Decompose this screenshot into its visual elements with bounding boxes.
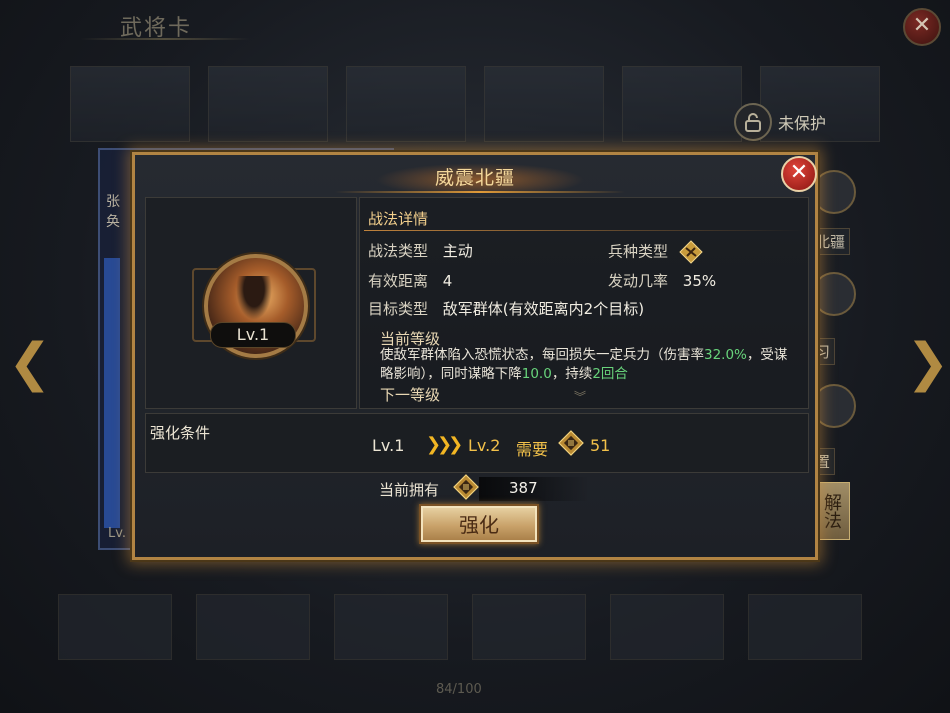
desc-duration: 2回合 xyxy=(592,366,628,382)
owned-label: 当前拥有 xyxy=(379,481,440,499)
background-card[interactable] xyxy=(58,594,172,660)
warrior-silhouette-icon xyxy=(236,276,272,320)
background-hero-level: Lv. xyxy=(108,526,127,541)
skill-icon-panel: Lv.1 xyxy=(145,197,357,409)
desc-text-1: 使敌军群体陷入恐慌状态，每回损失一定兵力（伤害率 xyxy=(380,347,704,363)
details-section-title: 战法详情 xyxy=(368,210,429,228)
details-section-divider xyxy=(364,230,804,231)
background-card[interactable] xyxy=(334,594,448,660)
desc-stat-drop: 10.0 xyxy=(521,366,552,382)
next-arrow-icon[interactable]: ❯ xyxy=(906,333,950,393)
skill-type-value: 主动 xyxy=(442,242,473,260)
side-skill-slot-1[interactable] xyxy=(812,170,856,214)
range-row: 有效距离 4 xyxy=(368,270,452,291)
background-close-icon[interactable]: ✕ xyxy=(903,8,941,46)
background-hero-name: 张奂 xyxy=(106,194,120,230)
lock-icon xyxy=(734,103,772,141)
background-card[interactable] xyxy=(748,594,862,660)
background-card[interactable] xyxy=(484,66,604,142)
skill-level-badge: Lv.1 xyxy=(210,322,296,348)
trigger-rate-row: 发动几率 35% xyxy=(608,270,716,291)
page-indicator: 84/100 xyxy=(436,682,482,697)
prev-arrow-icon[interactable]: ❮ xyxy=(8,333,52,393)
side-skill-slot-2[interactable] xyxy=(812,272,856,316)
target-value: 敌军群体(有效距离内2个目标) xyxy=(442,300,645,318)
protection-toggle[interactable]: 未保护 xyxy=(734,103,826,141)
trigger-rate-value: 35% xyxy=(682,272,717,290)
upgrade-condition-panel: 强化条件 Lv.1 ❯❯❯ Lv.2 需要 51 xyxy=(145,413,809,473)
trigger-rate-label: 发动几率 xyxy=(608,272,669,290)
background-card[interactable] xyxy=(622,66,742,142)
desc-damage-rate: 32.0% xyxy=(704,347,747,363)
next-level-label: 下一等级 xyxy=(380,386,441,404)
upgrade-condition-label: 强化条件 xyxy=(150,424,211,442)
upgrade-arrows-icon: ❯❯❯ xyxy=(426,434,463,455)
target-row: 目标类型 敌军群体(有效距离内2个目标) xyxy=(368,298,644,319)
upgrade-to-level: Lv.2 xyxy=(468,436,501,455)
background-card[interactable] xyxy=(472,594,586,660)
background-title-underline xyxy=(80,38,250,40)
skill-detail-dialog: 威震北疆 ✕ Lv.1 战法详情 战法类型 主动 兵种类型 有效距离 4 发动几… xyxy=(132,152,818,560)
desc-text-3: ，持续 xyxy=(551,366,593,382)
skill-type-label: 战法类型 xyxy=(368,242,429,260)
background-card-row-bottom xyxy=(58,594,862,660)
troop-type-label: 兵种类型 xyxy=(608,242,669,261)
protection-label: 未保护 xyxy=(778,114,827,133)
dialog-title-underline xyxy=(335,191,625,193)
skill-book-icon xyxy=(558,430,584,456)
skill-type-row: 战法类型 主动 xyxy=(368,240,473,261)
owned-amount: 387 xyxy=(509,479,538,497)
skill-book-icon xyxy=(453,474,479,500)
side-skill-slot-3[interactable] xyxy=(812,384,856,428)
background-card[interactable] xyxy=(208,66,328,142)
background-card[interactable] xyxy=(70,66,190,142)
target-label: 目标类型 xyxy=(368,300,429,318)
range-value: 4 xyxy=(442,272,453,290)
scroll-down-icon[interactable]: ︾ xyxy=(574,388,586,405)
background-card[interactable] xyxy=(346,66,466,142)
background-hero-strip xyxy=(104,258,120,528)
skill-details-panel: 战法详情 战法类型 主动 兵种类型 有效距离 4 发动几率 35% 目标类型 敌… xyxy=(359,197,809,409)
upgrade-from-level: Lv.1 xyxy=(372,436,405,455)
background-card[interactable] xyxy=(610,594,724,660)
close-icon[interactable]: ✕ xyxy=(781,156,817,192)
troop-type-icon xyxy=(679,240,703,264)
range-label: 有效距离 xyxy=(368,272,429,290)
upgrade-need-amount: 51 xyxy=(590,436,611,455)
dialog-title: 威震北疆 xyxy=(434,167,515,189)
skill-description: 使敌军群体陷入恐慌状态，每回损失一定兵力（伤害率32.0%，受谋略影响），同时谋… xyxy=(380,346,790,384)
upgrade-need-label: 需要 xyxy=(516,440,549,459)
strengthen-button[interactable]: 强化 xyxy=(419,504,539,544)
background-card[interactable] xyxy=(196,594,310,660)
troop-type-row: 兵种类型 xyxy=(608,240,703,264)
